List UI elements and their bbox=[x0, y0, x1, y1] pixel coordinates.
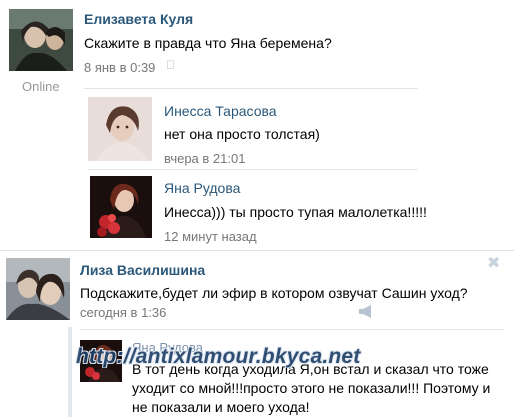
avatar[interactable] bbox=[9, 9, 73, 71]
online-status: Online bbox=[22, 79, 60, 94]
post-text: Скажите в правда что Яна беремена? bbox=[84, 35, 332, 51]
close-icon[interactable]: ✖ bbox=[487, 253, 500, 273]
post-author[interactable]: Лиза Василишина bbox=[80, 262, 205, 278]
reply-author[interactable]: Яна Рудова bbox=[164, 180, 240, 196]
reply-time[interactable]: 12 минут назад bbox=[164, 229, 257, 244]
apple-icon:  bbox=[166, 58, 175, 72]
divider bbox=[80, 329, 504, 330]
divider bbox=[88, 169, 418, 170]
reply-text: Инесса))) ты просто тупая малолетка!!!!! bbox=[164, 204, 427, 220]
post-time[interactable]: сегодня в 1:36 bbox=[80, 305, 166, 320]
reply-text-line: уходит со мной!!!просто этого не показал… bbox=[132, 380, 491, 396]
reply-time[interactable]: вчера в 21:01 bbox=[164, 151, 245, 166]
post-time[interactable]: 8 янв в 0:39 bbox=[84, 60, 155, 75]
watermark: http://antixlamour.bkyca.net bbox=[76, 345, 361, 368]
avatar[interactable] bbox=[90, 176, 152, 238]
post-author[interactable]: Елизавета Куля bbox=[84, 11, 193, 27]
reply-text: нет она просто толстая) bbox=[164, 126, 320, 142]
divider bbox=[84, 88, 418, 89]
avatar[interactable] bbox=[88, 97, 152, 161]
avatar[interactable] bbox=[6, 258, 70, 320]
reply-text-line: не показали и моего ухода! bbox=[132, 399, 310, 415]
divider bbox=[0, 250, 514, 251]
megaphone-icon[interactable] bbox=[358, 305, 374, 323]
reply-thread-line bbox=[68, 327, 72, 417]
post-text: Подскажите,будет ли эфир в котором озвуч… bbox=[80, 285, 468, 301]
reply-author[interactable]: Инесса Тарасова bbox=[164, 103, 277, 119]
